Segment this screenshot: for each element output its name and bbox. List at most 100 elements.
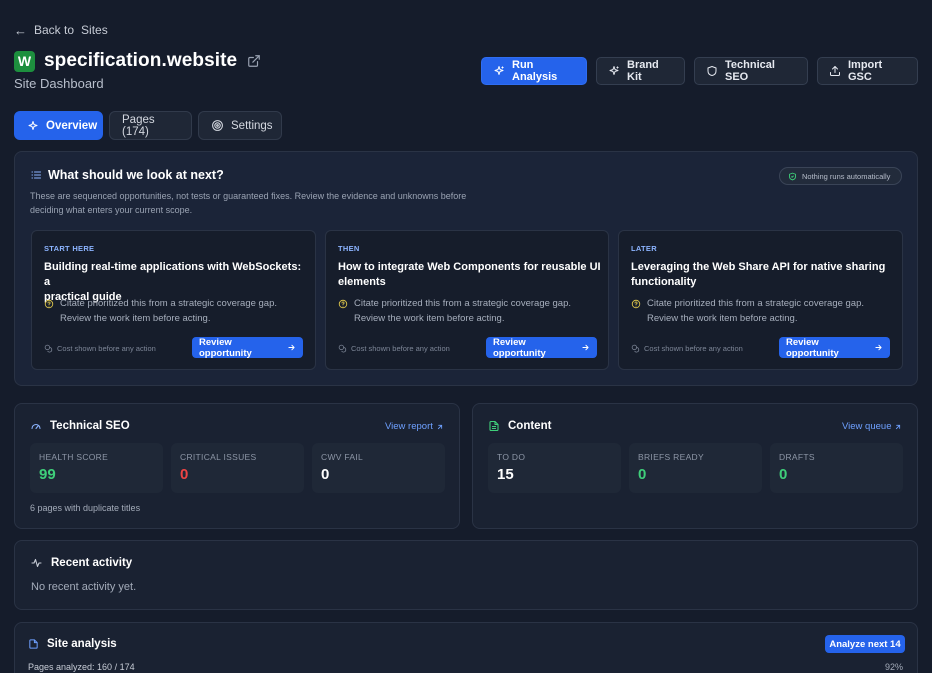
- back-label: Back to: [34, 23, 75, 37]
- card-cost-label: Cost shown before any action: [351, 344, 450, 353]
- stat-value: 15: [497, 466, 514, 483]
- tab-pages[interactable]: Pages (174): [109, 111, 192, 140]
- view-queue-label: View queue: [842, 421, 892, 432]
- card-title-line: elements: [338, 276, 386, 288]
- tab-overview[interactable]: Overview: [14, 111, 103, 140]
- coins-icon: [631, 344, 640, 353]
- brand-kit-button[interactable]: Brand Kit: [596, 57, 685, 85]
- pages-analyzed-percent: 92%: [885, 662, 904, 672]
- content-title: Content: [508, 420, 552, 432]
- pages-analyzed-label: Pages analyzed: 160 / 174: [28, 662, 135, 672]
- stat-value: 0: [180, 466, 189, 483]
- card-title-line: functionality: [631, 276, 697, 288]
- back-link[interactable]: ← Back to Sites: [14, 22, 108, 38]
- site-logo: W: [14, 50, 35, 72]
- card-note-line: Review the work item before acting.: [60, 313, 211, 324]
- stat-to-do: TO DO 15: [488, 443, 621, 493]
- back-target: Sites: [81, 23, 108, 37]
- review-opportunity-label: Review opportunity: [786, 336, 839, 359]
- back-arrow-icon: ←: [14, 22, 27, 38]
- technical-seo-header: Technical SEO: [30, 420, 130, 432]
- view-report-link[interactable]: View report: [385, 421, 444, 432]
- sparkles-icon: [27, 120, 39, 132]
- help-circle-icon: [44, 299, 54, 309]
- site-title-row: W specification.website: [14, 50, 261, 72]
- stat-value: 0: [638, 466, 647, 483]
- sparkles-icon: [493, 65, 505, 77]
- stat-label: CRITICAL ISSUES: [180, 452, 257, 462]
- page-subtitle: Site Dashboard: [14, 76, 104, 91]
- review-opportunity-label: Review opportunity: [493, 336, 546, 359]
- auto-run-badge: Nothing runs automatically: [779, 167, 902, 185]
- site-analysis-header: Site analysis: [28, 638, 117, 650]
- stat-drafts: DRAFTS 0: [770, 443, 903, 493]
- arrow-up-right-icon: [436, 423, 444, 431]
- tab-settings[interactable]: Settings: [198, 111, 282, 140]
- target-icon: [211, 119, 224, 132]
- arrow-right-icon: [287, 343, 296, 352]
- tab-settings-label: Settings: [231, 119, 273, 132]
- site-analysis-title: Site analysis: [47, 638, 117, 650]
- content-panel: Content View queue TO DO 15 BRIEFS READY…: [472, 403, 918, 529]
- coins-icon: [44, 344, 53, 353]
- list-icon: [30, 169, 42, 181]
- stat-value: 99: [39, 466, 56, 483]
- technical-seo-button[interactable]: Technical SEO: [694, 57, 808, 85]
- import-gsc-label: Import GSC: [848, 59, 883, 83]
- page-title: specification.website: [44, 50, 238, 71]
- card-cost: Cost shown before any action: [44, 344, 156, 353]
- card-cost-label: Cost shown before any action: [644, 344, 743, 353]
- card-note: Citate prioritized this from a strategic…: [60, 296, 277, 326]
- coins-icon: [338, 344, 347, 353]
- analyze-next-button[interactable]: Analyze next 14: [825, 635, 905, 653]
- document-icon: [488, 420, 500, 432]
- run-analysis-button[interactable]: Run Analysis: [481, 57, 587, 85]
- review-opportunity-button[interactable]: Review opportunity: [779, 336, 890, 359]
- next-steps-panel: What should we look at next? These are s…: [14, 151, 918, 386]
- stat-label: DRAFTS: [779, 452, 815, 462]
- tab-pages-label: Pages (174): [122, 113, 155, 138]
- stat-value: 0: [779, 466, 788, 483]
- card-step: START HERE: [44, 244, 95, 253]
- help-circle-icon: [631, 299, 641, 309]
- stat-value: 0: [321, 466, 330, 483]
- card-cost-label: Cost shown before any action: [57, 344, 156, 353]
- external-link-icon[interactable]: [247, 54, 261, 68]
- card-title-line: How to integrate Web Components for reus…: [338, 261, 601, 273]
- card-step: LATER: [631, 244, 657, 253]
- stat-health-score: HEALTH SCORE 99: [30, 443, 163, 493]
- site-analysis-panel: Site analysis Analyze next 14 Pages anal…: [14, 622, 918, 673]
- recent-activity-header: Recent activity: [30, 557, 132, 569]
- help-circle-icon: [338, 299, 348, 309]
- next-steps-title: What should we look at next?: [48, 168, 224, 182]
- recent-activity-empty: No recent activity yet.: [31, 581, 137, 593]
- card-note-line: Citate prioritized this from a strategic…: [647, 298, 865, 309]
- card-note: Citate prioritized this from a strategic…: [354, 296, 571, 326]
- card-note-line: Review the work item before acting.: [647, 313, 798, 324]
- arrow-up-right-icon: [894, 423, 902, 431]
- tab-overview-label: Overview: [46, 119, 98, 132]
- card-step: THEN: [338, 244, 360, 253]
- next-steps-description-1: These are sequenced opportunities, not t…: [30, 191, 467, 201]
- gauge-icon: [30, 420, 42, 432]
- view-report-label: View report: [385, 421, 433, 432]
- card-note-line: Citate prioritized this from a strategic…: [354, 298, 572, 309]
- card-cost: Cost shown before any action: [631, 344, 743, 353]
- run-analysis-label: Run Analysis: [512, 59, 558, 83]
- upload-icon: [829, 65, 841, 77]
- card-title: Leveraging the Web Share API for native …: [631, 260, 896, 290]
- import-gsc-button[interactable]: Import GSC: [817, 57, 918, 85]
- auto-run-badge-label: Nothing runs automatically: [802, 171, 891, 181]
- card-note-line: Review the work item before acting.: [354, 313, 505, 324]
- opportunity-card: LATER Leveraging the Web Share API for n…: [618, 230, 903, 370]
- sparkle-icon: [608, 65, 620, 77]
- view-queue-link[interactable]: View queue: [842, 421, 902, 432]
- recent-activity-title: Recent activity: [51, 557, 133, 569]
- technical-seo-panel: Technical SEO View report HEALTH SCORE 9…: [14, 403, 460, 529]
- review-opportunity-button[interactable]: Review opportunity: [192, 337, 303, 359]
- stat-cwv-fail: CWV FAIL 0: [312, 443, 445, 493]
- pulse-icon: [30, 557, 43, 569]
- stat-label: BRIEFS READY: [638, 452, 704, 462]
- review-opportunity-button[interactable]: Review opportunity: [486, 336, 597, 359]
- opportunity-card: THEN How to integrate Web Components for…: [325, 230, 609, 370]
